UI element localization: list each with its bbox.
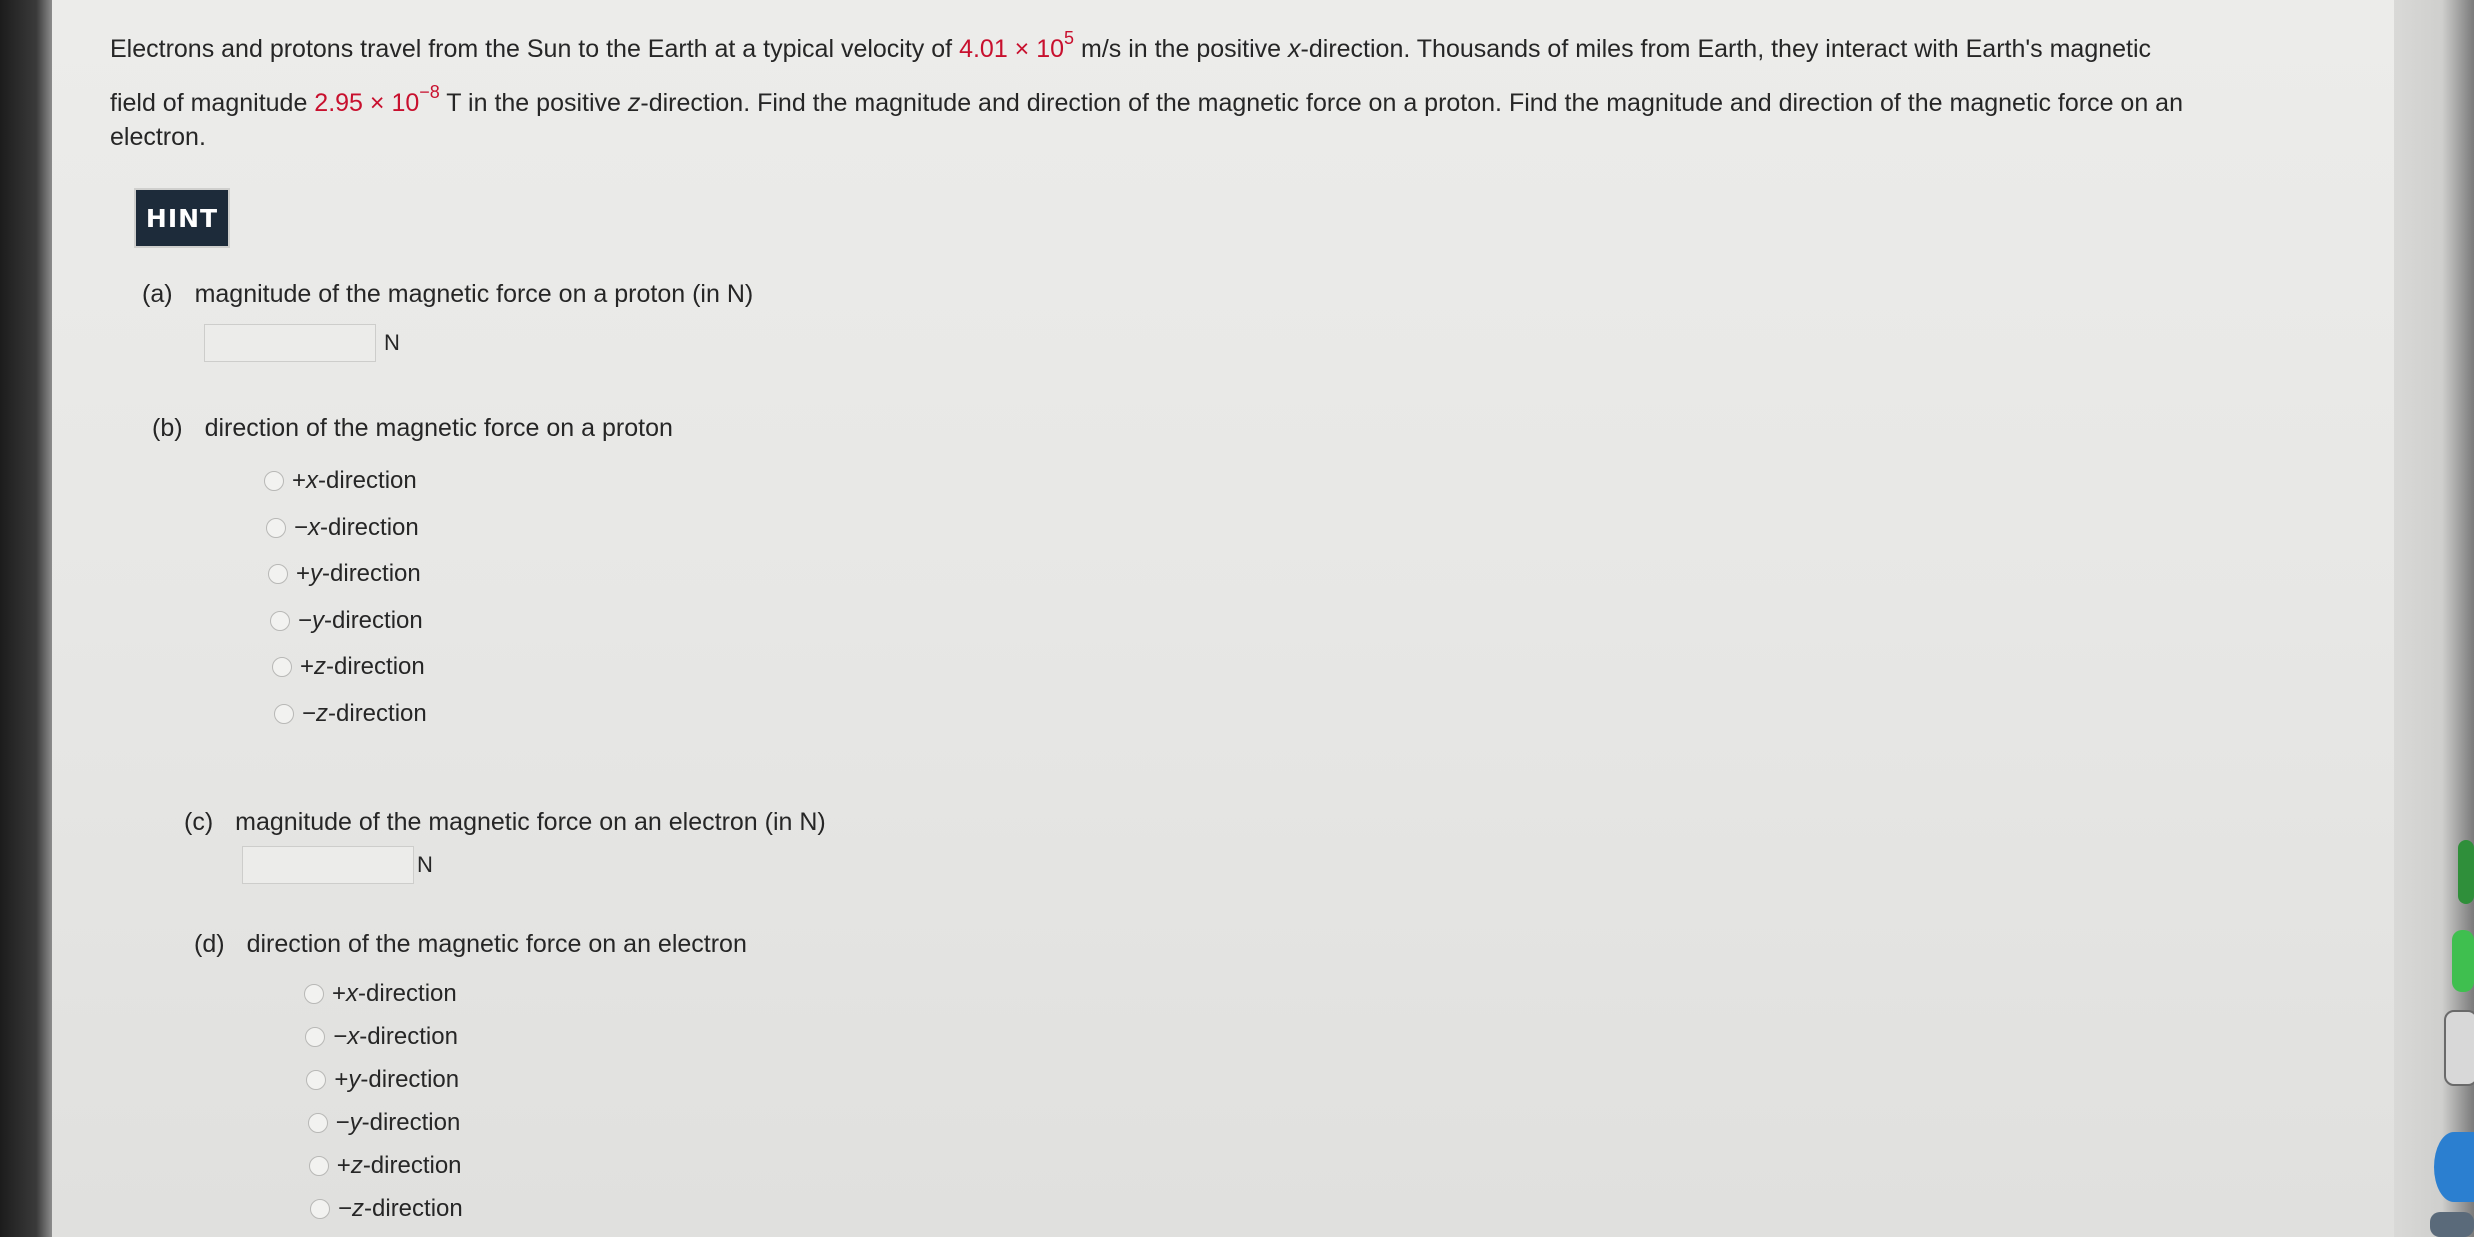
radio-button[interactable] <box>307 1113 328 1133</box>
proton-direction-option[interactable]: +z-direction <box>272 653 425 681</box>
electron-direction-option[interactable]: +z-direction <box>308 1152 462 1180</box>
part-d-label: (d) direction of the magnetic force on an… <box>194 930 747 958</box>
option-label: +y-direction <box>334 1066 460 1093</box>
dock-app-icon[interactable] <box>2458 840 2474 904</box>
dock-app-icon-bottom[interactable] <box>2430 1212 2474 1237</box>
electron-direction-option[interactable]: +y-direction <box>306 1066 459 1094</box>
velocity-value: 4.01 × 105 <box>959 27 1075 63</box>
radio-button[interactable] <box>274 703 294 724</box>
radio-button[interactable] <box>264 471 284 491</box>
radio-button[interactable] <box>266 517 286 538</box>
safari-icon[interactable] <box>2434 1132 2474 1202</box>
radio-button[interactable] <box>310 1199 330 1219</box>
part-c-unit: N <box>417 852 433 877</box>
electron-direction-option[interactable]: −z-direction <box>310 1195 463 1223</box>
proton-direction-option[interactable]: +x-direction <box>264 467 417 495</box>
option-label: −z-direction <box>302 699 427 727</box>
hint-button[interactable]: HINT <box>136 190 228 246</box>
option-label: −x-direction <box>294 513 419 541</box>
proton-direction-option[interactable]: −x-direction <box>266 514 419 542</box>
option-label: +z-direction <box>336 1152 462 1179</box>
proton-direction-option[interactable]: +y-direction <box>268 560 421 588</box>
radio-button[interactable] <box>270 610 290 631</box>
radio-button[interactable] <box>306 1070 327 1090</box>
option-label: +x-direction <box>292 467 417 494</box>
part-a-label: (a) magnitude of the magnetic force on a … <box>142 280 754 308</box>
window-left-edge <box>0 0 52 1237</box>
radio-button[interactable] <box>272 657 292 677</box>
proton-direction-option[interactable]: −z-direction <box>274 700 427 728</box>
option-label: +z-direction <box>300 653 425 680</box>
part-b-label: (b) direction of the magnetic force on a … <box>152 414 673 442</box>
part-c-label: (c) magnitude of the magnetic force on an… <box>184 808 826 836</box>
problem-statement: Electrons and protons travel from the Su… <box>110 27 2183 151</box>
part-a-unit: N <box>384 330 400 355</box>
messages-icon[interactable] <box>2452 930 2474 992</box>
electron-force-magnitude-input[interactable] <box>242 846 414 884</box>
preview-icon[interactable] <box>2444 1010 2474 1086</box>
electron-direction-option[interactable]: −x-direction <box>305 1023 458 1051</box>
option-label: −x-direction <box>333 1023 458 1050</box>
option-label: −z-direction <box>338 1195 463 1222</box>
field-value: 2.95 × 10−8 <box>314 81 440 117</box>
radio-button[interactable] <box>268 564 288 584</box>
radio-button[interactable] <box>305 1027 326 1047</box>
radio-button[interactable] <box>308 1156 329 1176</box>
option-label: +x-direction <box>332 980 457 1007</box>
proton-force-magnitude-input[interactable] <box>204 324 376 362</box>
option-label: −y-direction <box>335 1109 461 1136</box>
option-label: −y-direction <box>298 606 423 634</box>
option-label: +y-direction <box>296 560 421 587</box>
electron-direction-option[interactable]: −y-direction <box>307 1109 461 1137</box>
electron-direction-option[interactable]: +x-direction <box>304 980 457 1008</box>
radio-button[interactable] <box>304 984 324 1004</box>
proton-direction-option[interactable]: −y-direction <box>270 607 423 635</box>
